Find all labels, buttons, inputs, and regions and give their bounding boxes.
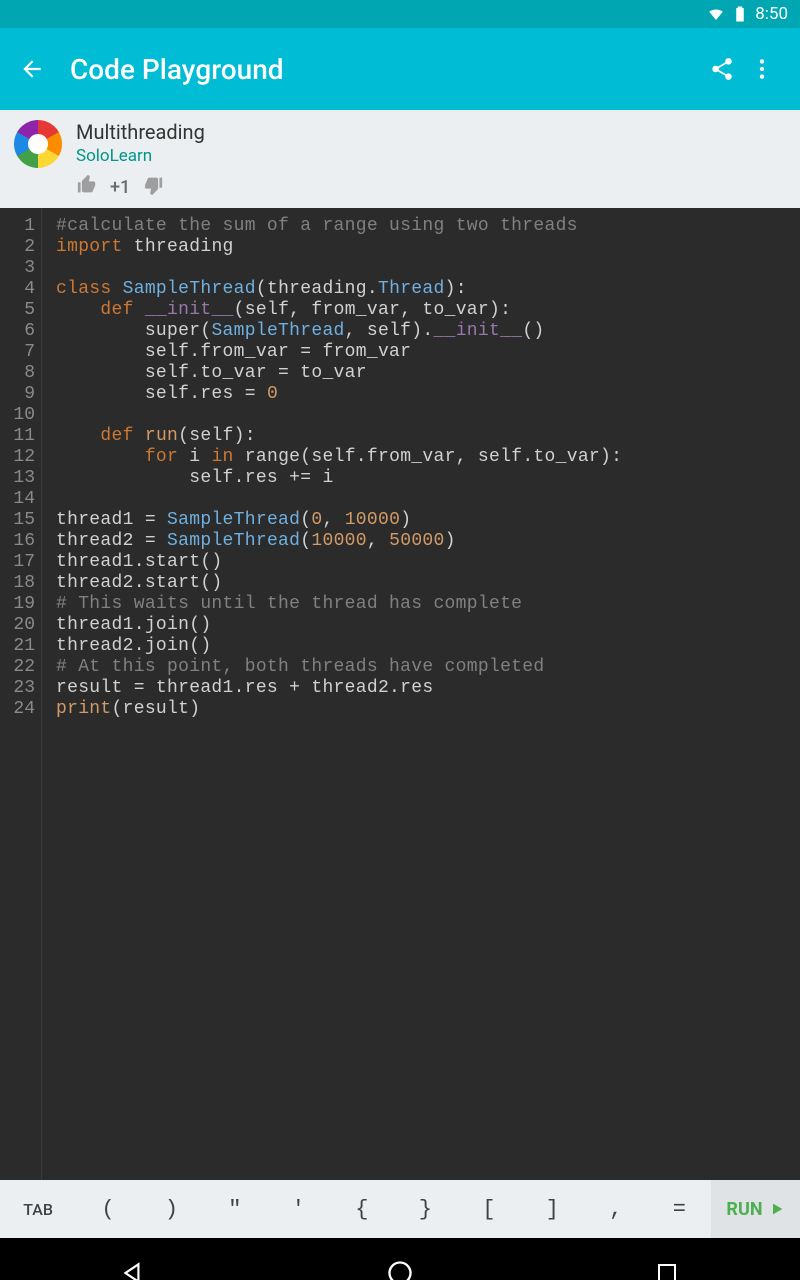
app-title: Code Playground xyxy=(70,53,702,86)
project-title: Multithreading xyxy=(76,120,205,144)
upvote-button[interactable] xyxy=(76,174,98,200)
back-button[interactable] xyxy=(18,55,46,83)
share-button[interactable] xyxy=(702,49,742,89)
arrow-left-icon xyxy=(19,56,45,82)
key-comma[interactable]: , xyxy=(584,1180,647,1238)
android-navbar xyxy=(0,1238,800,1280)
wifi-icon xyxy=(707,5,725,23)
code-area[interactable]: #calculate the sum of a range using two … xyxy=(42,208,800,1180)
battery-icon xyxy=(731,5,749,23)
app-bar: Code Playground xyxy=(0,28,800,110)
more-button[interactable] xyxy=(742,49,782,89)
key-open-paren[interactable]: ( xyxy=(76,1180,139,1238)
key-tab[interactable]: TAB xyxy=(0,1180,76,1238)
code-editor[interactable]: 123456789101112131415161718192021222324 … xyxy=(0,208,800,1180)
line-gutter: 123456789101112131415161718192021222324 xyxy=(0,208,42,1180)
triangle-back-icon xyxy=(120,1260,146,1280)
run-button[interactable]: RUN xyxy=(711,1180,800,1238)
nav-home-button[interactable] xyxy=(340,1253,460,1280)
square-recent-icon xyxy=(655,1261,679,1280)
key-close-bracket[interactable]: ] xyxy=(521,1180,584,1238)
key-open-brace[interactable]: { xyxy=(330,1180,393,1238)
status-time: 8:50 xyxy=(755,4,788,24)
project-header: Multithreading SoloLearn +1 xyxy=(0,110,800,208)
thumb-down-icon xyxy=(142,174,164,196)
downvote-button[interactable] xyxy=(142,174,164,200)
key-equals[interactable]: = xyxy=(648,1180,711,1238)
key-double-quote[interactable]: " xyxy=(203,1180,266,1238)
avatar[interactable] xyxy=(14,120,62,168)
status-bar: 8:50 xyxy=(0,0,800,28)
key-single-quote[interactable]: ' xyxy=(267,1180,330,1238)
share-icon xyxy=(709,56,735,82)
thumb-up-icon xyxy=(76,174,98,196)
play-icon xyxy=(769,1201,785,1217)
circle-home-icon xyxy=(386,1259,414,1280)
nav-recent-button[interactable] xyxy=(607,1253,727,1280)
key-close-brace[interactable]: } xyxy=(394,1180,457,1238)
more-vert-icon xyxy=(749,56,775,82)
nav-back-button[interactable] xyxy=(73,1253,193,1280)
project-author[interactable]: SoloLearn xyxy=(76,146,205,166)
key-close-paren[interactable]: ) xyxy=(140,1180,203,1238)
key-open-bracket[interactable]: [ xyxy=(457,1180,520,1238)
symbol-row: TAB ( ) " ' { } [ ] , = RUN xyxy=(0,1180,800,1238)
vote-count: +1 xyxy=(110,177,130,198)
